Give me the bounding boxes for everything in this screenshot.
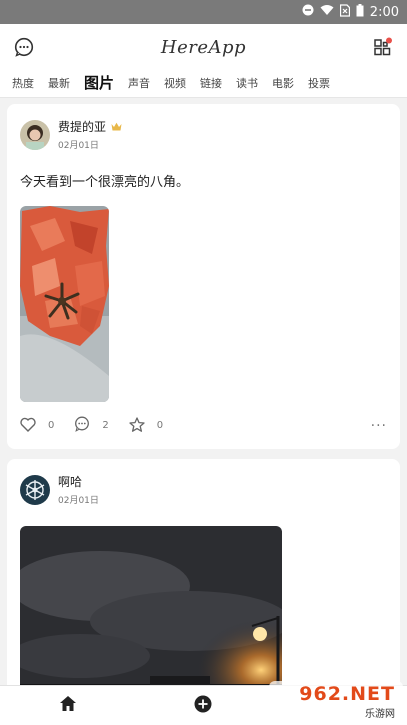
app-header: HereApp (0, 24, 407, 70)
post-username[interactable]: 费提的亚 (58, 118, 106, 135)
grid-menu-icon[interactable] (373, 37, 393, 61)
post-actions: 0 2 0 ··· (20, 416, 387, 435)
status-time: 2:00 (369, 4, 399, 20)
app-logo: HereApp (160, 36, 247, 58)
message-icon[interactable] (14, 37, 34, 61)
comment-count: 2 (102, 420, 109, 431)
comment-icon[interactable] (74, 416, 90, 435)
star-icon[interactable] (129, 416, 145, 435)
avatar[interactable] (20, 119, 50, 150)
post-header: 啊哈 02月01日 (20, 473, 387, 506)
post-card: 费提的亚 02月01日 今天看到一个很漂亮的八角。 0 2 0 ··· (7, 104, 400, 449)
dnd-icon (302, 4, 314, 20)
no-sim-icon (339, 3, 350, 21)
status-bar: 2:00 (0, 0, 407, 24)
post-text: 今天看到一个很漂亮的八角。 (20, 175, 190, 190)
watermark-logo: 962.NET 乐游网 (269, 681, 403, 721)
add-post-icon[interactable] (194, 695, 212, 717)
home-icon[interactable] (59, 695, 77, 716)
category-tabs: 热度 最新 图片 声音 视频 链接 读书 电影 投票 (0, 70, 407, 98)
watermark-text: 962.NET (299, 682, 395, 705)
crown-icon (111, 120, 122, 134)
tab-hot[interactable]: 热度 (12, 75, 34, 91)
tab-movies[interactable]: 电影 (272, 75, 294, 91)
tab-books[interactable]: 读书 (236, 75, 258, 91)
post-image[interactable] (20, 526, 282, 686)
tab-video[interactable]: 视频 (164, 75, 186, 91)
post-image[interactable] (20, 206, 109, 402)
tab-vote[interactable]: 投票 (308, 75, 330, 91)
wifi-icon (320, 4, 334, 20)
tab-audio[interactable]: 声音 (128, 75, 150, 91)
like-icon[interactable] (20, 417, 36, 435)
post-header: 费提的亚 02月01日 (20, 118, 387, 151)
post-date: 02月01日 (58, 141, 99, 151)
like-count: 0 (48, 420, 55, 431)
tab-pictures[interactable]: 图片 (84, 76, 114, 91)
battery-icon (356, 3, 364, 21)
post-date: 02月01日 (58, 496, 99, 506)
avatar[interactable] (20, 474, 50, 505)
tab-latest[interactable]: 最新 (48, 75, 70, 91)
watermark-subtext: 乐游网 (365, 708, 395, 720)
more-options-icon[interactable]: ··· (371, 418, 387, 434)
post-card: 啊哈 02月01日 (7, 459, 400, 686)
tab-links[interactable]: 链接 (200, 75, 222, 91)
post-username[interactable]: 啊哈 (58, 473, 82, 490)
post-feed[interactable]: 费提的亚 02月01日 今天看到一个很漂亮的八角。 0 2 0 ··· 啊哈 0… (0, 98, 407, 686)
star-count: 0 (156, 420, 164, 431)
